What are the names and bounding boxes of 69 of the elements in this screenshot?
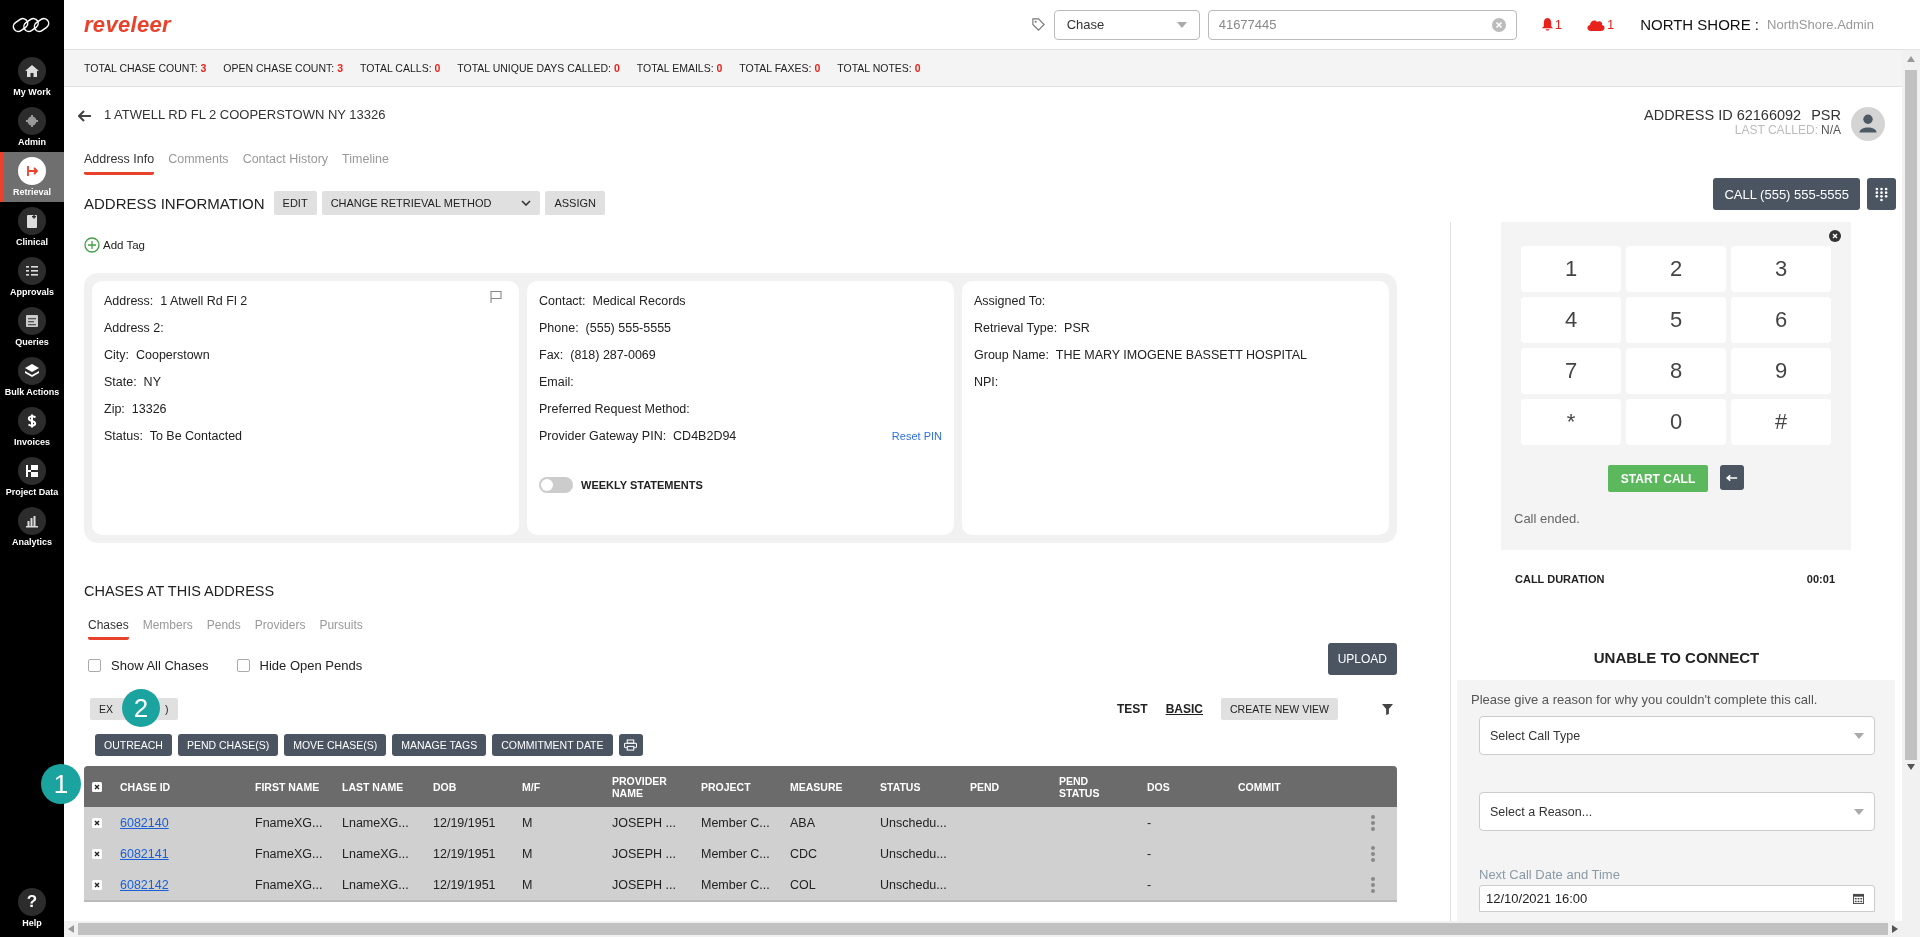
info-field: Email: bbox=[539, 374, 574, 389]
table-cell: LnameXG... bbox=[342, 877, 409, 892]
info-field: Contact: Medical Records bbox=[539, 293, 686, 308]
table-cell: M bbox=[522, 815, 533, 830]
table-cell: ABA bbox=[790, 815, 815, 830]
section-title: UNABLE TO CONNECT bbox=[1592, 649, 1761, 666]
table-cell: JOSEPH ... bbox=[612, 877, 676, 892]
section-title: ADDRESS INFORMATION bbox=[84, 194, 265, 212]
info-field: City: Cooperstown bbox=[104, 347, 210, 362]
table-cell: LnameXG... bbox=[342, 815, 409, 830]
call-duration-value: 00:01 bbox=[1806, 573, 1835, 585]
address-id: ADDRESS ID 62166092 bbox=[1644, 107, 1802, 123]
info-field: State: NY bbox=[104, 374, 161, 389]
info-field: Provider Gateway PIN: CD4B2D94 bbox=[539, 428, 737, 443]
info-field: Status: To Be Contacted bbox=[104, 428, 243, 443]
table-cell: JOSEPH ... bbox=[612, 846, 676, 861]
count-stat: OPEN CHASE COUNT: 3 bbox=[223, 62, 343, 74]
reason-prompt: Please give a reason for why you couldn't complete this call. bbox=[1471, 692, 1819, 707]
table-cell: - bbox=[1147, 846, 1152, 861]
info-field: Zip: 13326 bbox=[104, 401, 167, 416]
info-field: Group Name: THE MARY IMOGENE BASSETT HOSPITAL bbox=[974, 347, 1307, 362]
count-stat: TOTAL EMAILS: 0 bbox=[636, 62, 723, 74]
organization-name: NORTH SHORE : bbox=[1640, 16, 1760, 33]
table-cell: Member C... bbox=[701, 815, 770, 830]
table-cell: FnameXG... bbox=[255, 815, 323, 830]
table-cell: 12/19/1951 bbox=[433, 815, 496, 830]
field-label: Next Call Date and Time bbox=[1479, 867, 1621, 882]
step-tooltip: 1 bbox=[41, 764, 81, 804]
info-field: Preferred Request Method: bbox=[539, 401, 690, 416]
table-cell: JOSEPH ... bbox=[612, 815, 676, 830]
call-duration-label: CALL DURATION bbox=[1515, 573, 1605, 585]
count-stat: TOTAL CHASE COUNT: 3 bbox=[84, 62, 207, 74]
table-cell: Unschedu... bbox=[880, 877, 947, 892]
table-cell: M bbox=[522, 877, 533, 892]
info-field: Retrieval Type: PSR bbox=[974, 320, 1090, 335]
last-called-label: LAST CALLED: bbox=[1734, 123, 1818, 137]
count-stat: TOTAL FAXES: 0 bbox=[739, 62, 821, 74]
table-cell: Unschedu... bbox=[880, 846, 947, 861]
call-status: Call ended. bbox=[1514, 511, 1581, 526]
count-stat: TOTAL CALLS: 0 bbox=[359, 62, 441, 74]
info-field: Fax: (818) 287-0069 bbox=[539, 347, 656, 362]
table-cell: FnameXG... bbox=[255, 846, 323, 861]
table-cell: - bbox=[1147, 815, 1152, 830]
toggle-label: WEEKLY STATEMENTS bbox=[581, 479, 703, 491]
step-tooltip: 2 bbox=[122, 689, 160, 727]
table-cell: 12/19/1951 bbox=[433, 877, 496, 892]
info-field: Phone: (555) 555-5555 bbox=[539, 320, 672, 335]
info-field: Address: 1 Atwell Rd Fl 2 bbox=[104, 293, 248, 308]
table-cell: M bbox=[522, 846, 533, 861]
last-called-value: N/A bbox=[1821, 123, 1841, 137]
table-cell: 12/19/1951 bbox=[433, 846, 496, 861]
info-field: NPI: bbox=[974, 374, 999, 389]
count-stat: TOTAL NOTES: 0 bbox=[837, 62, 921, 74]
table-cell: COL bbox=[790, 877, 816, 892]
table-cell: Unschedu... bbox=[880, 815, 947, 830]
info-field: Assigned To: bbox=[974, 293, 1046, 308]
info-field: Address 2: bbox=[104, 320, 164, 335]
section-title: CHASES AT THIS ADDRESS bbox=[84, 583, 276, 599]
table-cell: FnameXG... bbox=[255, 877, 323, 892]
table-cell: Member C... bbox=[701, 877, 770, 892]
checkbox-label: Hide Open Pends bbox=[259, 657, 363, 673]
table-cell: - bbox=[1147, 877, 1152, 892]
table-cell: LnameXG... bbox=[342, 846, 409, 861]
table-cell: Member C... bbox=[701, 846, 770, 861]
count-stat: TOTAL UNIQUE DAYS CALLED: 0 bbox=[457, 62, 620, 74]
table-cell: CDC bbox=[790, 846, 818, 861]
checkbox-label: Show All Chases bbox=[111, 657, 209, 673]
retrieval-type: PSR bbox=[1811, 107, 1841, 123]
address-title: 1 ATWELL RD FL 2 COOPERSTOWN NY 13326 bbox=[104, 107, 386, 122]
